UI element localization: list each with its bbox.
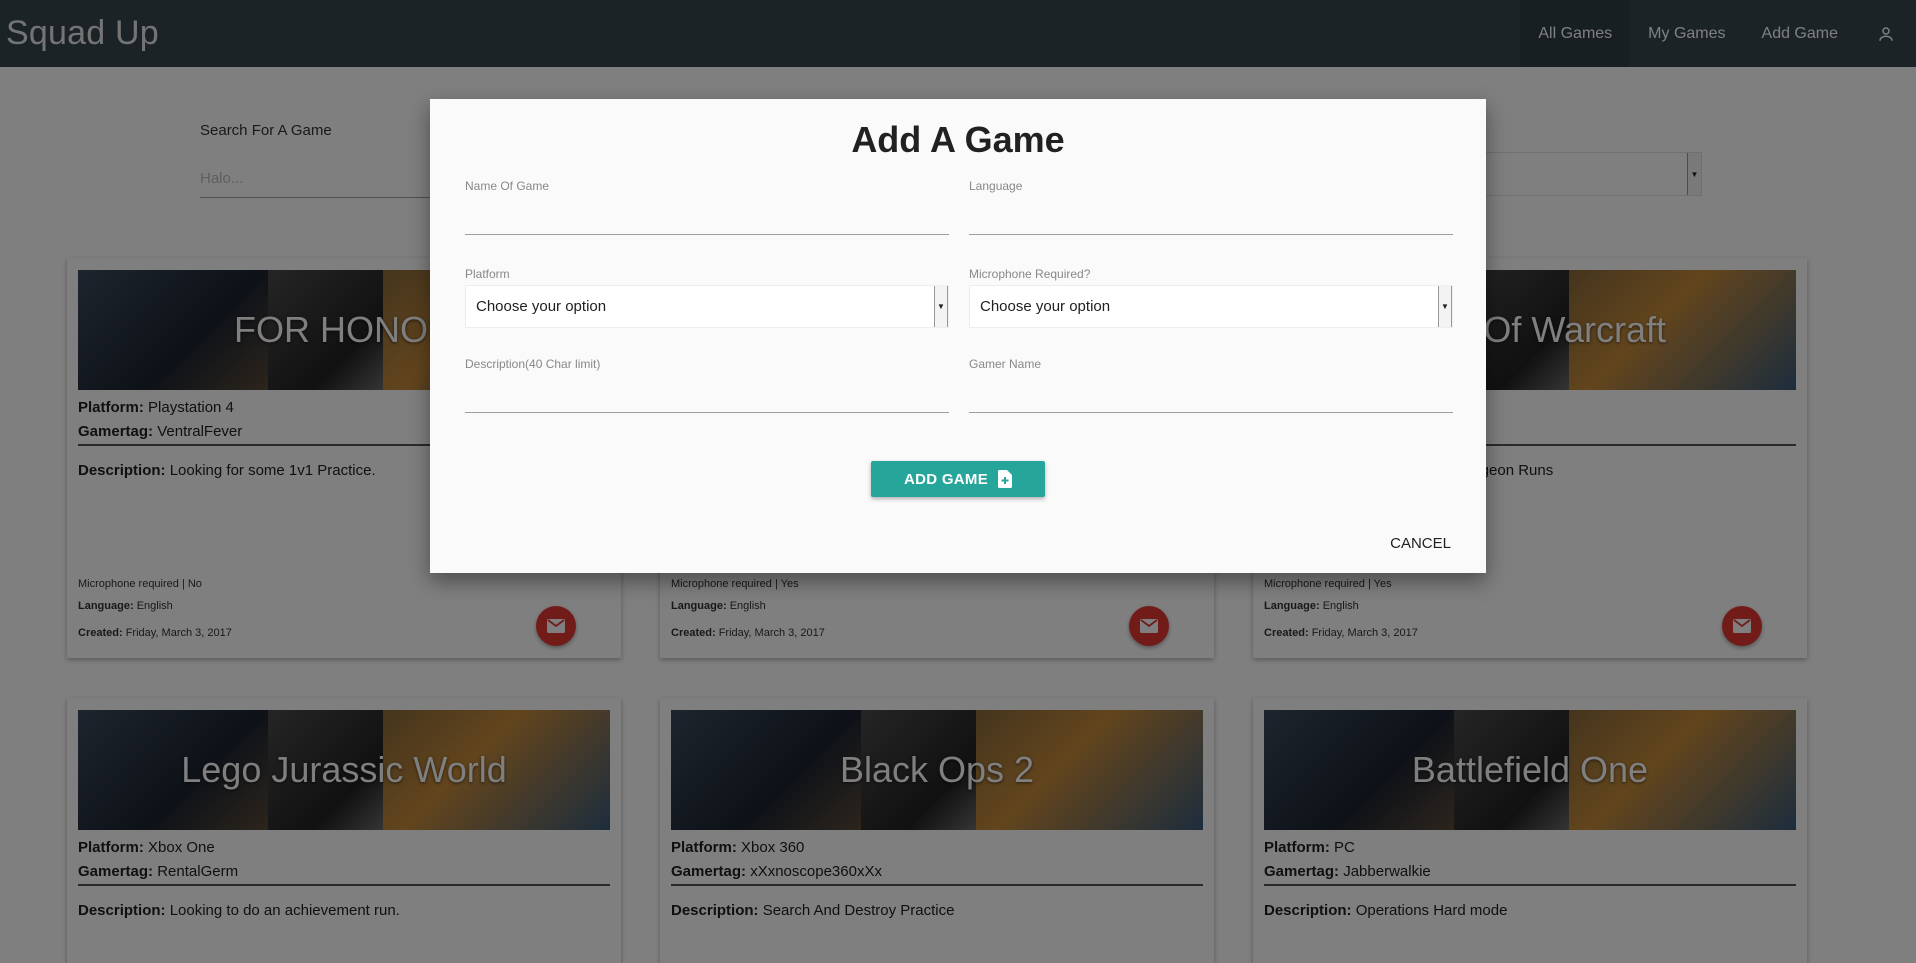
- microphone-label: Microphone Required?: [969, 267, 1091, 281]
- language-label: Language: [969, 179, 1023, 193]
- dropdown-caret-icon: ▼: [934, 286, 948, 327]
- language-input[interactable]: [969, 199, 1453, 235]
- description-input[interactable]: [465, 377, 949, 413]
- name-of-game-input[interactable]: [465, 199, 949, 235]
- add-game-modal: Add A Game Name Of Game Language Platfor…: [430, 99, 1486, 573]
- add-game-button-label: ADD GAME: [903, 470, 989, 488]
- gamer-name-input[interactable]: [969, 377, 1453, 413]
- modal-title: Add A Game: [851, 119, 1065, 160]
- add-game-button[interactable]: ADD GAME: [871, 461, 1045, 497]
- file-add-icon: [998, 470, 1013, 488]
- name-of-game-field: Name Of Game: [465, 179, 949, 235]
- microphone-select-value: Choose your option: [980, 298, 1111, 315]
- name-of-game-label: Name Of Game: [465, 179, 550, 193]
- language-field: Language: [969, 179, 1453, 235]
- microphone-field: Microphone Required? Choose your option …: [969, 267, 1453, 328]
- microphone-select[interactable]: Choose your option ▼: [969, 285, 1453, 328]
- cancel-button[interactable]: CANCEL: [1390, 535, 1451, 552]
- platform-label: Platform: [465, 267, 510, 281]
- description-label: Description(40 Char limit): [465, 357, 601, 371]
- gamer-name-field: Gamer Name: [969, 357, 1453, 413]
- description-field: Description(40 Char limit): [465, 357, 949, 413]
- gamer-name-label: Gamer Name: [969, 357, 1042, 371]
- platform-field: Platform Choose your option ▼: [465, 267, 949, 328]
- platform-select[interactable]: Choose your option ▼: [465, 285, 949, 328]
- dropdown-caret-icon: ▼: [1438, 286, 1452, 327]
- platform-select-value: Choose your option: [476, 298, 607, 315]
